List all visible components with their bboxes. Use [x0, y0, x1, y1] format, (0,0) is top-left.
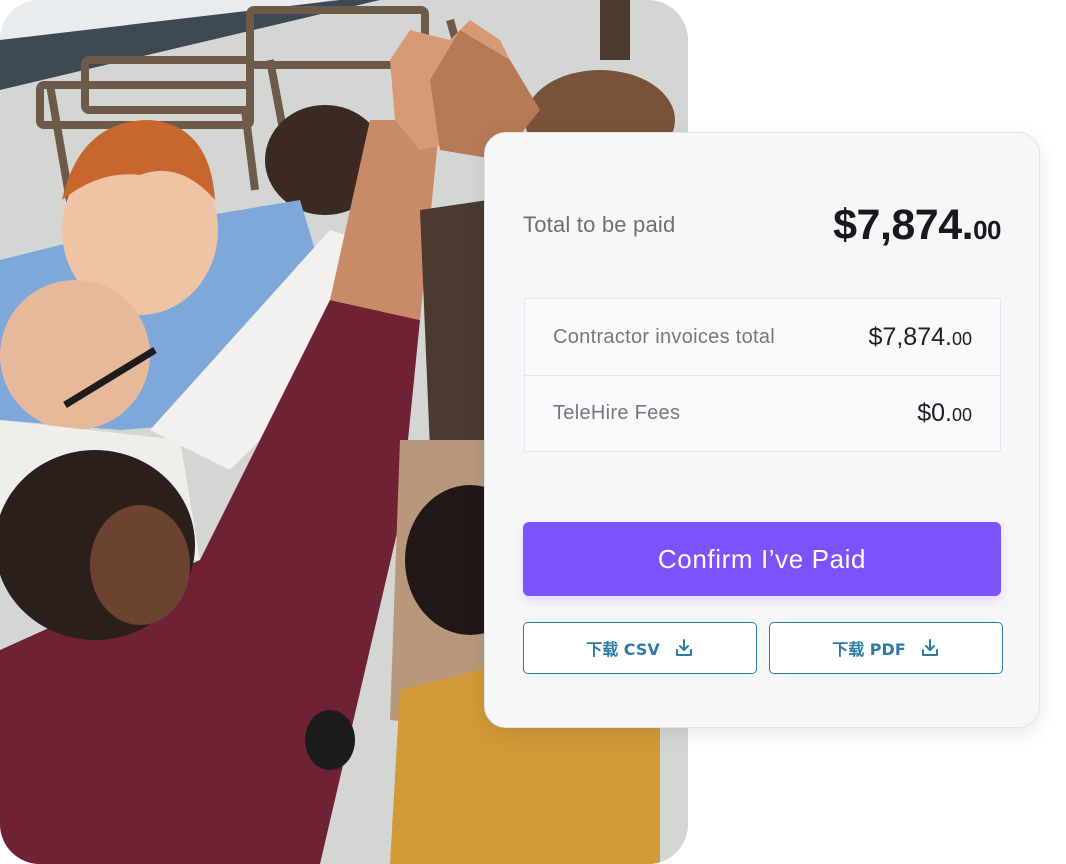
page: Total to be paid $7,874.00 Contractor in… [0, 0, 1066, 864]
breakdown-row-telehire-fees: TeleHire Fees $0.00 [525, 375, 1000, 451]
download-pdf-button[interactable]: 下载 PDF [769, 622, 1003, 674]
total-row: Total to be paid $7,874.00 [523, 195, 1001, 255]
total-label: Total to be paid [523, 212, 676, 237]
total-amount-cents: 00 [973, 214, 1001, 245]
breakdown-amount-cents: 00 [951, 405, 972, 425]
confirm-paid-button[interactable]: Confirm I’ve Paid [523, 522, 1001, 596]
fee-breakdown-table: Contractor invoices total $7,874.00 Tele… [524, 298, 1001, 452]
payment-summary-card: Total to be paid $7,874.00 Contractor in… [484, 132, 1040, 728]
breakdown-label: Contractor invoices total [553, 325, 776, 348]
breakdown-amount: $7,874.00 [869, 323, 972, 352]
breakdown-amount-whole: $0. [917, 399, 952, 427]
download-icon [675, 639, 692, 656]
download-pdf-label: 下载 PDF [832, 640, 906, 659]
download-csv-label: 下载 CSV [586, 640, 660, 659]
breakdown-amount: $0.00 [917, 399, 972, 428]
breakdown-row-contractor-invoices: Contractor invoices total $7,874.00 [525, 299, 1000, 375]
breakdown-amount-whole: $7,874. [868, 322, 952, 351]
total-amount-whole: $7,874. [833, 200, 974, 249]
breakdown-amount-cents: 00 [951, 328, 972, 349]
total-amount: $7,874.00 [833, 201, 1001, 250]
breakdown-label: TeleHire Fees [553, 402, 681, 424]
download-icon [921, 639, 938, 656]
download-csv-button[interactable]: 下载 CSV [523, 622, 757, 674]
